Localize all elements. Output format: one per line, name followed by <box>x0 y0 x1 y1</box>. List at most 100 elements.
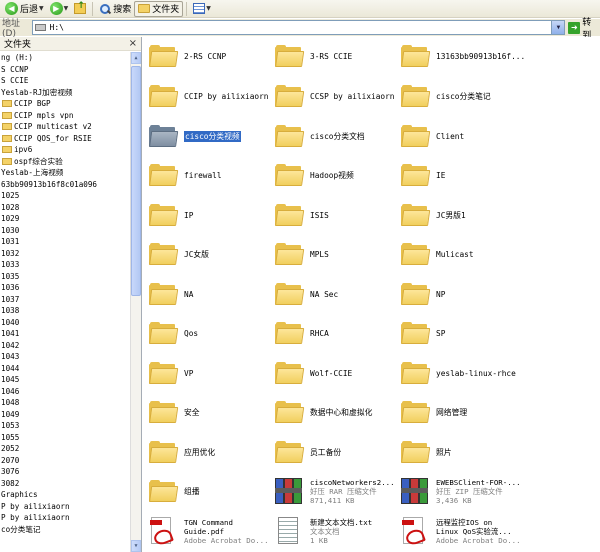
folder-item[interactable]: 组播 <box>149 474 279 508</box>
folder-item[interactable]: cisco分类文档 <box>275 119 405 153</box>
address-dropdown-icon[interactable]: ▼ <box>551 21 565 34</box>
file-item[interactable]: ciscoNetworkers2... 好压 RAR 压缩文件 871,411 KB <box>275 474 405 508</box>
sidebar-tree-item[interactable]: 1033 <box>0 259 130 271</box>
folder-item[interactable]: 数据中心和虚拟化 <box>275 395 405 429</box>
folder-item[interactable]: yeslab-linux-rhce <box>401 356 531 390</box>
sidebar-tree-item[interactable]: 1032 <box>0 248 130 260</box>
file-item[interactable]: 新建文本文档.txt 文本文档 1 KB <box>275 514 405 548</box>
views-button[interactable]: ▼ <box>190 1 214 17</box>
folder-item[interactable]: NA Sec <box>275 277 405 311</box>
folder-item[interactable]: Hadoop视频 <box>275 158 405 192</box>
folder-item[interactable]: RHCA <box>275 316 405 350</box>
folder-item[interactable]: 员工备份 <box>275 435 405 469</box>
sidebar-tree-item[interactable]: 1049 <box>0 409 130 421</box>
folder-item[interactable]: Client <box>401 119 531 153</box>
sidebar-tree-item[interactable]: 1036 <box>0 282 130 294</box>
sidebar-tree-item[interactable]: 1040 <box>0 317 130 329</box>
sidebar-tree-item[interactable]: 1028 <box>0 202 130 214</box>
sidebar-tree-item[interactable]: 1048 <box>0 397 130 409</box>
file-item[interactable]: TGN Command Guide.pdf Adobe Acrobat Do... <box>149 514 279 548</box>
sidebar-tree-item[interactable]: 1042 <box>0 340 130 352</box>
sidebar-tree-item[interactable]: P by ailixiaorn <box>0 512 130 524</box>
sidebar-tree-item[interactable]: 2052 <box>0 443 130 455</box>
up-button[interactable] <box>71 1 89 17</box>
back-dropdown-icon[interactable]: ▼ <box>39 5 44 12</box>
sidebar-tree-item[interactable]: CCIP multicast v2 <box>0 121 130 133</box>
forward-button[interactable]: ▶ ▼ <box>47 1 72 17</box>
folder-item[interactable]: Qos <box>149 316 279 350</box>
scroll-thumb[interactable] <box>131 66 141 296</box>
sidebar-tree-item[interactable]: ipv6 <box>0 144 130 156</box>
scroll-up-icon[interactable]: ▲ <box>131 52 141 64</box>
sidebar-tree-item[interactable]: 63bb90913b16f8c01a096 <box>0 179 130 191</box>
folder-item[interactable]: ISIS <box>275 198 405 232</box>
folder-item[interactable]: 应用优化 <box>149 435 279 469</box>
folder-item[interactable]: cisco分类视频 <box>149 119 279 153</box>
folder-label: NA Sec <box>310 289 339 299</box>
folder-item[interactable]: CCIP by ailixiaorn <box>149 79 279 113</box>
folder-item[interactable]: 2-RS CCNP <box>149 39 279 73</box>
sidebar-tree-item[interactable]: Graphics <box>0 489 130 501</box>
folder-item[interactable]: VP <box>149 356 279 390</box>
sidebar-tree-item[interactable]: 2070 <box>0 455 130 467</box>
sidebar-tree-item[interactable]: ospf综合实验 <box>0 156 130 168</box>
sidebar-tree-item[interactable]: CCIP mpls vpn <box>0 110 130 122</box>
sidebar-tree-item[interactable]: 1029 <box>0 213 130 225</box>
folder-item[interactable]: 3-RS CCIE <box>275 39 405 73</box>
folder-item[interactable]: Wolf-CCIE <box>275 356 405 390</box>
file-item[interactable]: EWEBSClient-FOR-... 好压 ZIP 压缩文件 3,436 KB <box>401 474 531 508</box>
forward-dropdown-icon[interactable]: ▼ <box>64 5 69 12</box>
file-item[interactable]: 远程监控IOS on Linux QoS实验流... Adobe Acrobat D… <box>401 514 531 548</box>
folder-item[interactable]: 安全 <box>149 395 279 429</box>
folder-item[interactable]: JC女版 <box>149 237 279 271</box>
sidebar-tree-item[interactable]: 1037 <box>0 294 130 306</box>
folder-item[interactable]: 照片 <box>401 435 531 469</box>
back-button[interactable]: ◀ 后退 ▼ <box>2 1 47 17</box>
scroll-down-icon[interactable]: ▼ <box>131 540 141 552</box>
sidebar-scrollbar[interactable]: ▲ ▼ <box>130 52 141 552</box>
sidebar-tree-item[interactable]: CCIP QOS_for RSIE <box>0 133 130 145</box>
folder-item[interactable]: NA <box>149 277 279 311</box>
folder-icon <box>275 401 305 423</box>
sidebar-tree-item[interactable]: 1044 <box>0 363 130 375</box>
sidebar-tree-item[interactable]: 1046 <box>0 386 130 398</box>
folder-item[interactable]: JC男版1 <box>401 198 531 232</box>
sidebar-tree-item[interactable]: 1025 <box>0 190 130 202</box>
folder-item[interactable]: cisco分类笔记 <box>401 79 531 113</box>
views-dropdown-icon[interactable]: ▼ <box>206 5 211 12</box>
sidebar-tree-item[interactable]: 1031 <box>0 236 130 248</box>
sidebar-tree-item[interactable]: 1041 <box>0 328 130 340</box>
sidebar-tree-item[interactable]: S CCNP <box>0 64 130 76</box>
folder-item[interactable]: SP <box>401 316 531 350</box>
sidebar-tree-item[interactable]: Yeslab-RJ加密视频 <box>0 87 130 99</box>
address-value[interactable]: H:\ <box>50 23 64 32</box>
sidebar-tree-item[interactable]: 3082 <box>0 478 130 490</box>
folder-item[interactable]: NP <box>401 277 531 311</box>
folders-button[interactable]: 文件夹 <box>134 0 184 17</box>
sidebar-tree-item[interactable]: 1038 <box>0 305 130 317</box>
sidebar-tree-item[interactable]: 1035 <box>0 271 130 283</box>
sidebar-tree-item[interactable]: 3076 <box>0 466 130 478</box>
sidebar-tree-item[interactable]: CCIP BGP <box>0 98 130 110</box>
sidebar-tree-item[interactable]: P by ailixiaorn <box>0 501 130 513</box>
sidebar-tree-item[interactable]: S CCIE <box>0 75 130 87</box>
folder-item[interactable]: firewall <box>149 158 279 192</box>
sidebar-tree-item[interactable]: co分类笔记 <box>0 524 130 536</box>
sidebar-tree-item[interactable]: 1043 <box>0 351 130 363</box>
folder-item[interactable]: 网络管理 <box>401 395 531 429</box>
folder-item[interactable]: MPLS <box>275 237 405 271</box>
folder-item[interactable]: Mulicast <box>401 237 531 271</box>
folder-item[interactable]: IP <box>149 198 279 232</box>
sidebar-tree-item[interactable]: 1055 <box>0 432 130 444</box>
sidebar-tree-item[interactable]: Yeslab-上海视频 <box>0 167 130 179</box>
close-icon[interactable]: × <box>129 38 137 49</box>
folder-item[interactable]: CCSP by ailixiaorn <box>275 79 405 113</box>
folder-item[interactable]: 13163bb90913b16f... <box>401 39 531 73</box>
sidebar-tree-item[interactable]: 1030 <box>0 225 130 237</box>
sidebar-tree-item[interactable]: 1053 <box>0 420 130 432</box>
sidebar-tree-item[interactable]: ng (H:) <box>0 52 130 64</box>
folder-item[interactable]: IE <box>401 158 531 192</box>
sidebar-tree-item[interactable]: 1045 <box>0 374 130 386</box>
address-input[interactable]: H:\ ▼ <box>31 20 566 35</box>
search-button[interactable]: 搜索 <box>96 1 134 17</box>
